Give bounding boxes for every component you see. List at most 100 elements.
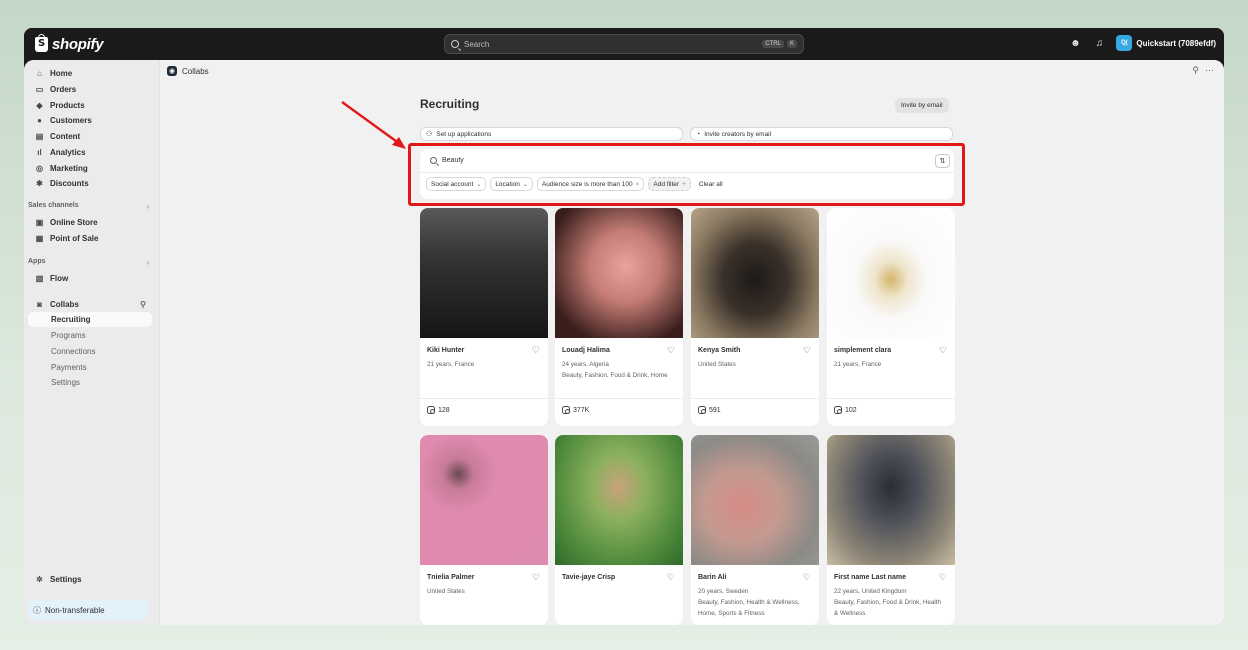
follower-count: 591 [698,406,721,414]
sidebar-item-label: Settings [50,575,82,584]
sidebar-item-payments[interactable]: Payments [28,360,152,375]
sidebar-item-analytics[interactable]: ıl Analytics [28,145,152,160]
discount-icon: ✱ [36,179,43,188]
highlight-box [408,143,965,206]
store-name[interactable]: Quickstart (7089efdf) [1136,39,1216,48]
creator-name[interactable]: Barin Ali [698,574,727,581]
store-icon: ▣ [35,218,44,227]
sidebar-item-label: Collabs [50,300,79,309]
sidebar-item-programs[interactable]: Programs [28,328,152,343]
sidebar-item-label: Programs [51,331,86,340]
button-label: Set up applications [436,130,492,138]
annotation-arrow [341,101,406,149]
sidebar: ⌂ Home ▭ Orders ◆ Products ● Customers ▤ Cont… [24,60,160,625]
heart-icon[interactable]: ♡ [939,572,947,583]
collabs-icon: ◙ [37,300,42,309]
creator-card[interactable]: simplement clara ♡ 21 years, France 102 [827,208,955,426]
creator-name[interactable]: Kenya Smith [698,347,740,354]
creator-card[interactable]: Kenya Smith ♡ United States 591 [691,208,819,426]
creator-name[interactable]: simplement clara [834,347,891,354]
sidebar-item-connections[interactable]: Connections [28,344,152,359]
creator-photo[interactable] [691,435,819,565]
pin-icon[interactable]: ⚲ [1192,65,1199,76]
creator-name[interactable]: Kiki Hunter [427,347,464,354]
sidebar-item-label: Orders [50,85,77,94]
creator-card[interactable]: First name Last name ♡ 22 years, United Ki… [827,435,955,625]
creator-photo[interactable] [555,208,683,338]
sidebar-item-label: Point of Sale [50,234,99,243]
creator-card[interactable]: Kiki Hunter ♡ 21 years, France 128 [420,208,548,426]
non-transferable-badge[interactable]: ⓘ Non-transferable [28,600,149,620]
card-divider [691,398,819,399]
invite-creators-button[interactable]: ◔ Invite creators by email [690,127,953,141]
sidebar-item-online-store[interactable]: ▣ Online Store [28,215,152,230]
sidebar-item-home[interactable]: ⌂ Home [28,66,152,81]
chevron-right-icon[interactable]: › [146,258,149,267]
global-search-bar[interactable]: Search CTRL K [444,34,804,54]
creator-photo[interactable] [691,208,819,338]
sidebar-item-customers[interactable]: ● Customers [28,113,152,128]
creator-info: 22 years, United Kingdom Beauty, Fashion… [834,588,941,617]
creator-photo[interactable] [827,208,955,338]
creator-card[interactable]: Tavie-jaye Crisp ♡ [555,435,683,625]
notification-bell-icon[interactable]: ♫ [1092,36,1106,50]
heart-icon[interactable]: ♡ [803,345,811,356]
store-avatar[interactable]: Q( [1116,35,1133,51]
sidebar-item-collabs-settings[interactable]: Settings [28,375,152,390]
sidebar-item-label: Connections [51,347,96,356]
apps-heading[interactable]: Apps [28,258,46,265]
sidebar-item-recruiting[interactable]: Recruiting [28,312,152,327]
pin-icon[interactable]: ⚲ [140,300,146,309]
collabs-icon: ◉ [167,66,177,76]
creator-card[interactable]: Barin Ali ♡ 20 years, Sweden Beauty, Fashi… [691,435,819,625]
sidebar-item-discounts[interactable]: ✱ Discounts [28,176,152,191]
creator-name[interactable]: Tnielia Palmer [427,574,474,581]
heart-icon[interactable]: ♡ [667,572,675,583]
sidebar-item-label: Flow [50,274,69,283]
follower-count-value: 128 [438,406,450,414]
sidebar-item-orders[interactable]: ▭ Orders [28,82,152,97]
creator-photo[interactable] [420,435,548,565]
sidebar-item-point-of-sale[interactable]: ▦ Point of Sale [28,231,152,246]
creator-name[interactable]: First name Last name [834,574,906,581]
sidekick-icon[interactable]: ☻ [1068,36,1082,50]
creator-info: 24 years, Algeria Beauty, Fashion, Food … [562,361,668,379]
heart-icon[interactable]: ♡ [667,345,675,356]
pos-icon: ▦ [35,234,44,243]
shortcut-k: K [786,40,797,48]
creator-name[interactable]: Louadj Halima [562,347,610,354]
follower-count-value: 591 [709,406,721,414]
sales-channels-heading[interactable]: Sales channels [28,202,79,209]
follower-count-value: 102 [845,406,857,414]
info-icon: ⓘ [33,605,41,615]
sidebar-item-collabs[interactable]: ◙ Collabs ⚲ [28,297,152,312]
invite-by-email-button[interactable]: Invite by email [895,98,949,113]
creator-card[interactable]: Tnielia Palmer ♡ United States [420,435,548,625]
set-up-applications-button[interactable]: ⚇ Set up applications [420,127,683,141]
sidebar-item-products[interactable]: ◆ Products [28,98,152,113]
heart-icon[interactable]: ♡ [803,572,811,583]
heart-icon[interactable]: ♡ [532,345,540,356]
creator-photo[interactable] [555,435,683,565]
sidebar-item-content[interactable]: ▤ Content [28,129,152,144]
creator-card[interactable]: Louadj Halima ♡ 24 years, Algeria Beauty, … [555,208,683,426]
heart-icon[interactable]: ♡ [532,572,540,583]
creator-name[interactable]: Tavie-jaye Crisp [562,574,615,581]
sidebar-item-label: Content [50,132,81,141]
creator-photo[interactable] [827,435,955,565]
sidebar-item-flow[interactable]: ▧ Flow [28,271,152,286]
creator-info: 20 years, Sweden Beauty, Fashion, Health… [698,588,800,617]
chevron-right-icon[interactable]: › [146,202,149,211]
sidebar-item-settings[interactable]: ✲ Settings [28,572,152,587]
follower-count-value: 377K [573,406,590,414]
tag-icon: ◆ [36,101,43,110]
heart-icon[interactable]: ♡ [939,345,947,356]
sidebar-item-marketing[interactable]: ◎ Marketing [28,161,152,176]
creator-photo[interactable] [420,208,548,338]
follower-count: 128 [427,406,450,414]
shopify-logo[interactable]: shopify [35,34,104,53]
sidebar-item-label: Products [50,101,85,110]
follower-count: 102 [834,406,857,414]
more-options-icon[interactable]: ··· [1205,65,1214,76]
card-divider [555,398,683,399]
